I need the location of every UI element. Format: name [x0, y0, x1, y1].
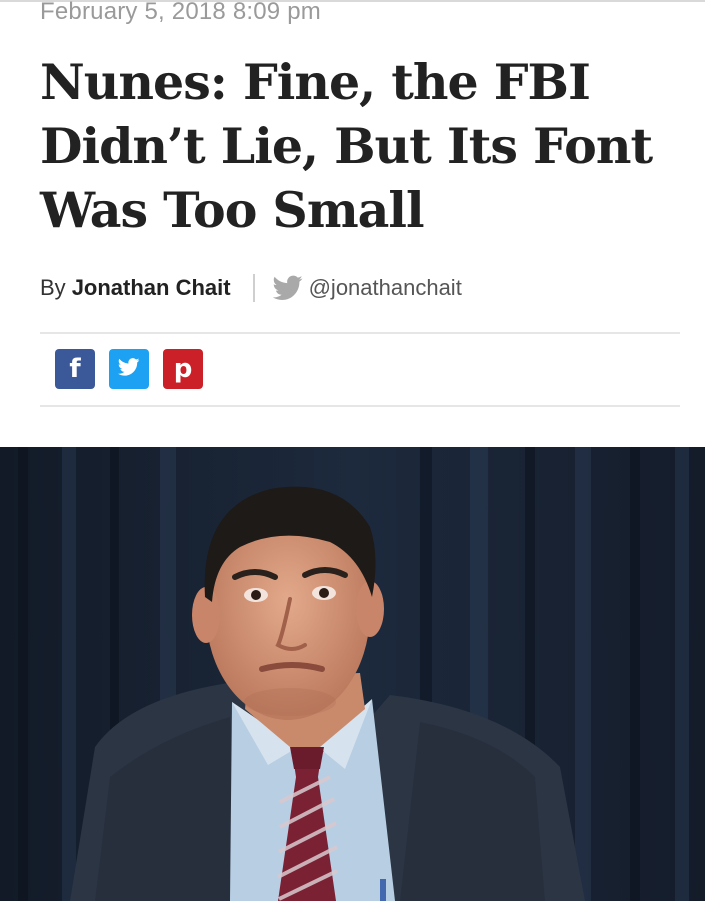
- hero-photo-illustration: [0, 447, 705, 901]
- twitter-handle-link[interactable]: @jonathanchait: [309, 275, 462, 301]
- byline-divider: [252, 274, 255, 302]
- article-dateline: February 5, 2018 8:09 pm: [40, 0, 321, 25]
- author-name-link[interactable]: Jonathan Chait: [72, 275, 231, 301]
- byline-prefix: By: [40, 275, 66, 300]
- hero-photo: [0, 447, 705, 901]
- share-buttons: f p: [55, 349, 203, 389]
- pinterest-icon: p: [173, 354, 193, 384]
- share-facebook-button[interactable]: f: [55, 349, 95, 389]
- twitter-bird-icon: [117, 358, 140, 380]
- share-top-divider: [40, 332, 680, 334]
- twitter-bird-icon[interactable]: [272, 275, 303, 301]
- byline: By Jonathan Chait @jonathanchait: [40, 272, 462, 304]
- share-pinterest-button[interactable]: p: [163, 349, 203, 389]
- share-bottom-divider: [40, 405, 680, 407]
- share-twitter-button[interactable]: [109, 349, 149, 389]
- facebook-icon: f: [69, 354, 81, 384]
- article-headline: Nunes: Fine, the FBI Didn’t Lie, But Its…: [40, 53, 653, 239]
